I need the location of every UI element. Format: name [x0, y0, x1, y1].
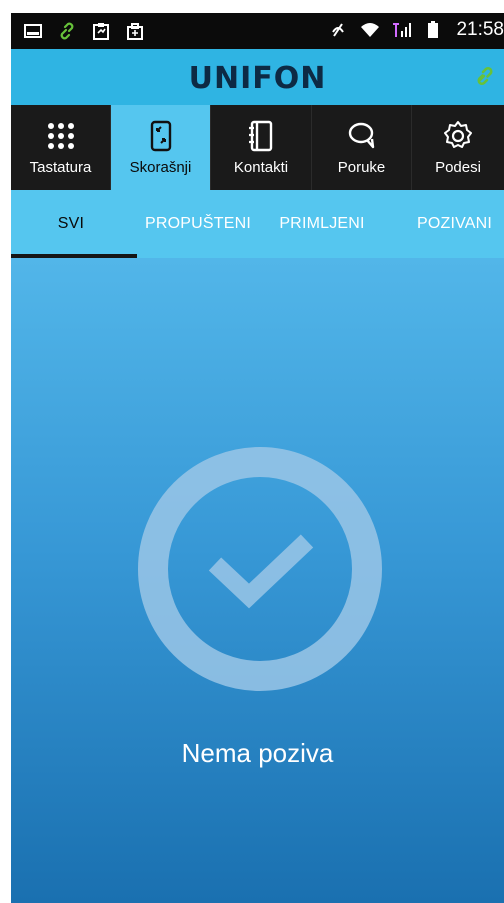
link-icon — [60, 22, 74, 40]
nav-item-poruke[interactable]: Poruke — [312, 105, 412, 190]
call-filter-tabs: SVI PROPUŠTENI PRIMLJENI POZIVANI — [11, 190, 504, 258]
nav-item-tastatura[interactable]: Tastatura — [11, 105, 111, 190]
status-time: 21:58 — [456, 19, 504, 40]
nav-label: Tastatura — [29, 159, 92, 176]
tab-svi[interactable]: SVI — [11, 190, 131, 258]
clipboard-icon — [93, 23, 109, 40]
nav-label: Podesi — [435, 159, 481, 176]
image-icon — [24, 24, 42, 38]
nav-item-skorasnji[interactable]: Skorašnji — [111, 105, 211, 190]
app-header: UNIFON — [11, 49, 504, 105]
nav-item-kontakti[interactable]: Kontakti — [211, 105, 312, 190]
mute-icon — [332, 23, 345, 37]
calls-list-empty: Nema poziva — [11, 258, 504, 903]
tab-pozivani[interactable]: POZIVANI — [405, 190, 504, 258]
nav-label: Kontakti — [233, 159, 289, 176]
gear-icon — [444, 121, 472, 148]
link-icon[interactable] — [474, 65, 496, 87]
empty-state-text: Nema poziva — [181, 738, 334, 768]
nav-label: Skorašnji — [129, 159, 192, 176]
tab-primljeni[interactable]: PRIMLJENI — [267, 190, 377, 258]
contacts-book-icon — [249, 120, 273, 152]
phone-screen: 21:58 UNIFON Tastatura Skorašnji Kontakt… — [11, 13, 504, 903]
check-circle-icon — [138, 447, 382, 691]
app-logo: UNIFON — [188, 61, 327, 96]
main-nav: Tastatura Skorašnji Kontakti Poruke Pode… — [11, 105, 504, 190]
chat-bubble-icon — [348, 122, 374, 149]
wifi-icon — [361, 23, 380, 37]
nav-label: Poruke — [337, 159, 386, 176]
briefcase-icon — [127, 23, 143, 40]
nav-item-podesi[interactable]: Podesi — [412, 105, 504, 190]
signal-icon — [393, 23, 412, 37]
keypad-icon — [47, 123, 74, 149]
tab-propusteni[interactable]: PROPUŠTENI — [133, 190, 263, 258]
battery-icon — [428, 21, 439, 38]
recent-calls-icon — [150, 120, 171, 152]
status-bar: 21:58 — [11, 13, 504, 49]
